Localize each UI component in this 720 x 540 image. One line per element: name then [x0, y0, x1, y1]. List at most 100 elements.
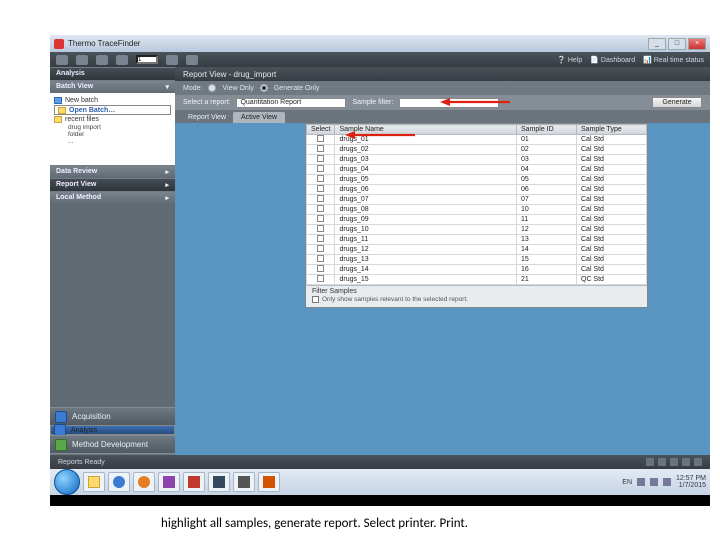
folder-open-icon [58, 107, 66, 114]
tab-active-view[interactable]: Active View [233, 112, 285, 123]
open-batch-item[interactable]: Open Batch… [54, 105, 171, 115]
row-checkbox[interactable] [317, 255, 324, 262]
recent-files-item[interactable]: recent files [54, 115, 171, 124]
table-row[interactable]: drugs_0404Cal Std [307, 165, 647, 175]
help-link[interactable]: ❔ Help [557, 56, 582, 64]
cell-name: drugs_06 [335, 185, 517, 195]
nav-back-icon[interactable] [76, 55, 88, 65]
page-field[interactable] [136, 55, 158, 64]
mode-view-radio[interactable] [208, 84, 216, 92]
dashboard-link[interactable]: 📄 Dashboard [590, 56, 635, 64]
cell-id: 16 [517, 265, 577, 275]
taskbar-app[interactable] [158, 472, 180, 492]
row-checkbox[interactable] [317, 205, 324, 212]
table-row[interactable]: drugs_0303Cal Std [307, 155, 647, 165]
filter-checkbox[interactable] [312, 296, 319, 303]
row-checkbox[interactable] [317, 185, 324, 192]
taskbar-thermo[interactable] [183, 472, 205, 492]
nav-analysis[interactable]: Analysis [50, 425, 175, 435]
minimize-button[interactable]: _ [648, 38, 666, 50]
row-checkbox[interactable] [317, 175, 324, 182]
generate-button[interactable]: Generate [652, 97, 702, 108]
recent-more[interactable]: ... [54, 138, 171, 145]
mode-generate-radio[interactable] [260, 84, 268, 92]
col-select[interactable]: Select [307, 125, 335, 135]
status-icon [682, 458, 690, 466]
batchview-panel: New batch Open Batch… recent files drug … [50, 93, 175, 165]
nav-forward-icon[interactable] [96, 55, 108, 65]
cell-id: 05 [517, 175, 577, 185]
table-row[interactable]: drugs_0810Cal Std [307, 205, 647, 215]
row-checkbox[interactable] [317, 165, 324, 172]
row-checkbox[interactable] [317, 135, 324, 142]
recent-file[interactable]: folder [54, 131, 171, 138]
cell-name: drugs_09 [335, 215, 517, 225]
data-review-section[interactable]: Data Review▸ [50, 165, 175, 178]
row-checkbox[interactable] [317, 245, 324, 252]
taskbar-explorer[interactable] [83, 472, 105, 492]
status-icon [658, 458, 666, 466]
row-checkbox[interactable] [317, 265, 324, 272]
taskbar-app2[interactable] [208, 472, 230, 492]
table-row[interactable]: drugs_1315Cal Std [307, 255, 647, 265]
cell-type: Cal Std [577, 165, 647, 175]
sample-table[interactable]: Select Sample Name Sample ID Sample Type… [306, 124, 647, 285]
select-report-label: Select a report: [183, 99, 230, 106]
cell-name: drugs_12 [335, 245, 517, 255]
cell-id: 12 [517, 225, 577, 235]
annotation-arrow [440, 94, 510, 112]
tray-time: 12:57 PM [676, 475, 706, 482]
cell-id: 11 [517, 215, 577, 225]
row-checkbox[interactable] [317, 145, 324, 152]
tray-icon [650, 478, 658, 486]
table-row[interactable]: drugs_1214Cal Std [307, 245, 647, 255]
report-view-label: Report View [181, 112, 233, 123]
table-row[interactable]: drugs_1113Cal Std [307, 235, 647, 245]
new-batch-item[interactable]: New batch [54, 96, 171, 105]
app-icon [163, 476, 175, 488]
table-row[interactable]: drugs_1416Cal Std [307, 265, 647, 275]
taskbar-powerpoint[interactable] [258, 472, 280, 492]
toolbar-button[interactable] [166, 55, 178, 65]
row-checkbox[interactable] [317, 275, 324, 282]
tray-icon [663, 478, 671, 486]
table-row[interactable]: drugs_0606Cal Std [307, 185, 647, 195]
system-tray[interactable]: EN 12:57 PM 1/7/2015 [622, 475, 706, 489]
close-button[interactable]: × [688, 38, 706, 50]
col-sample-type[interactable]: Sample Type [577, 125, 647, 135]
table-row[interactable]: drugs_1012Cal Std [307, 225, 647, 235]
taskbar-firefox[interactable] [133, 472, 155, 492]
report-view-section[interactable]: Report View▸ [50, 178, 175, 191]
batchview-header[interactable]: Batch View▾ [50, 80, 175, 93]
table-row[interactable]: drugs_0911Cal Std [307, 215, 647, 225]
recent-file[interactable]: drug import [54, 124, 171, 131]
table-row[interactable]: drugs_0505Cal Std [307, 175, 647, 185]
sample-grid-panel: Select Sample Name Sample ID Sample Type… [305, 123, 648, 308]
filter-hint: Only show samples relevant to the select… [322, 296, 468, 303]
toolbar-button[interactable] [56, 55, 68, 65]
cell-type: Cal Std [577, 255, 647, 265]
taskbar-app3[interactable] [233, 472, 255, 492]
col-sample-id[interactable]: Sample ID [517, 125, 577, 135]
table-row[interactable]: drugs_1521QC Std [307, 275, 647, 285]
local-method-section[interactable]: Local Method▸ [50, 191, 175, 204]
realtime-link[interactable]: 📊 Real time status [643, 56, 704, 64]
table-row[interactable]: drugs_0707Cal Std [307, 195, 647, 205]
row-checkbox[interactable] [317, 235, 324, 242]
row-checkbox[interactable] [317, 195, 324, 202]
nav-acquisition[interactable]: Acquisition [50, 407, 175, 425]
row-checkbox[interactable] [317, 225, 324, 232]
taskbar-ie[interactable] [108, 472, 130, 492]
app-icon [213, 476, 225, 488]
row-checkbox[interactable] [317, 155, 324, 162]
cell-id: 14 [517, 245, 577, 255]
table-row[interactable]: drugs_0202Cal Std [307, 145, 647, 155]
start-button[interactable] [54, 469, 80, 495]
app-icon [238, 476, 250, 488]
report-select[interactable]: Quantitation Report [236, 98, 346, 108]
nav-method-dev[interactable]: Method Development [50, 435, 175, 453]
maximize-button[interactable]: □ [668, 38, 686, 50]
toolbar-button[interactable] [186, 55, 198, 65]
save-icon[interactable] [116, 55, 128, 65]
row-checkbox[interactable] [317, 215, 324, 222]
